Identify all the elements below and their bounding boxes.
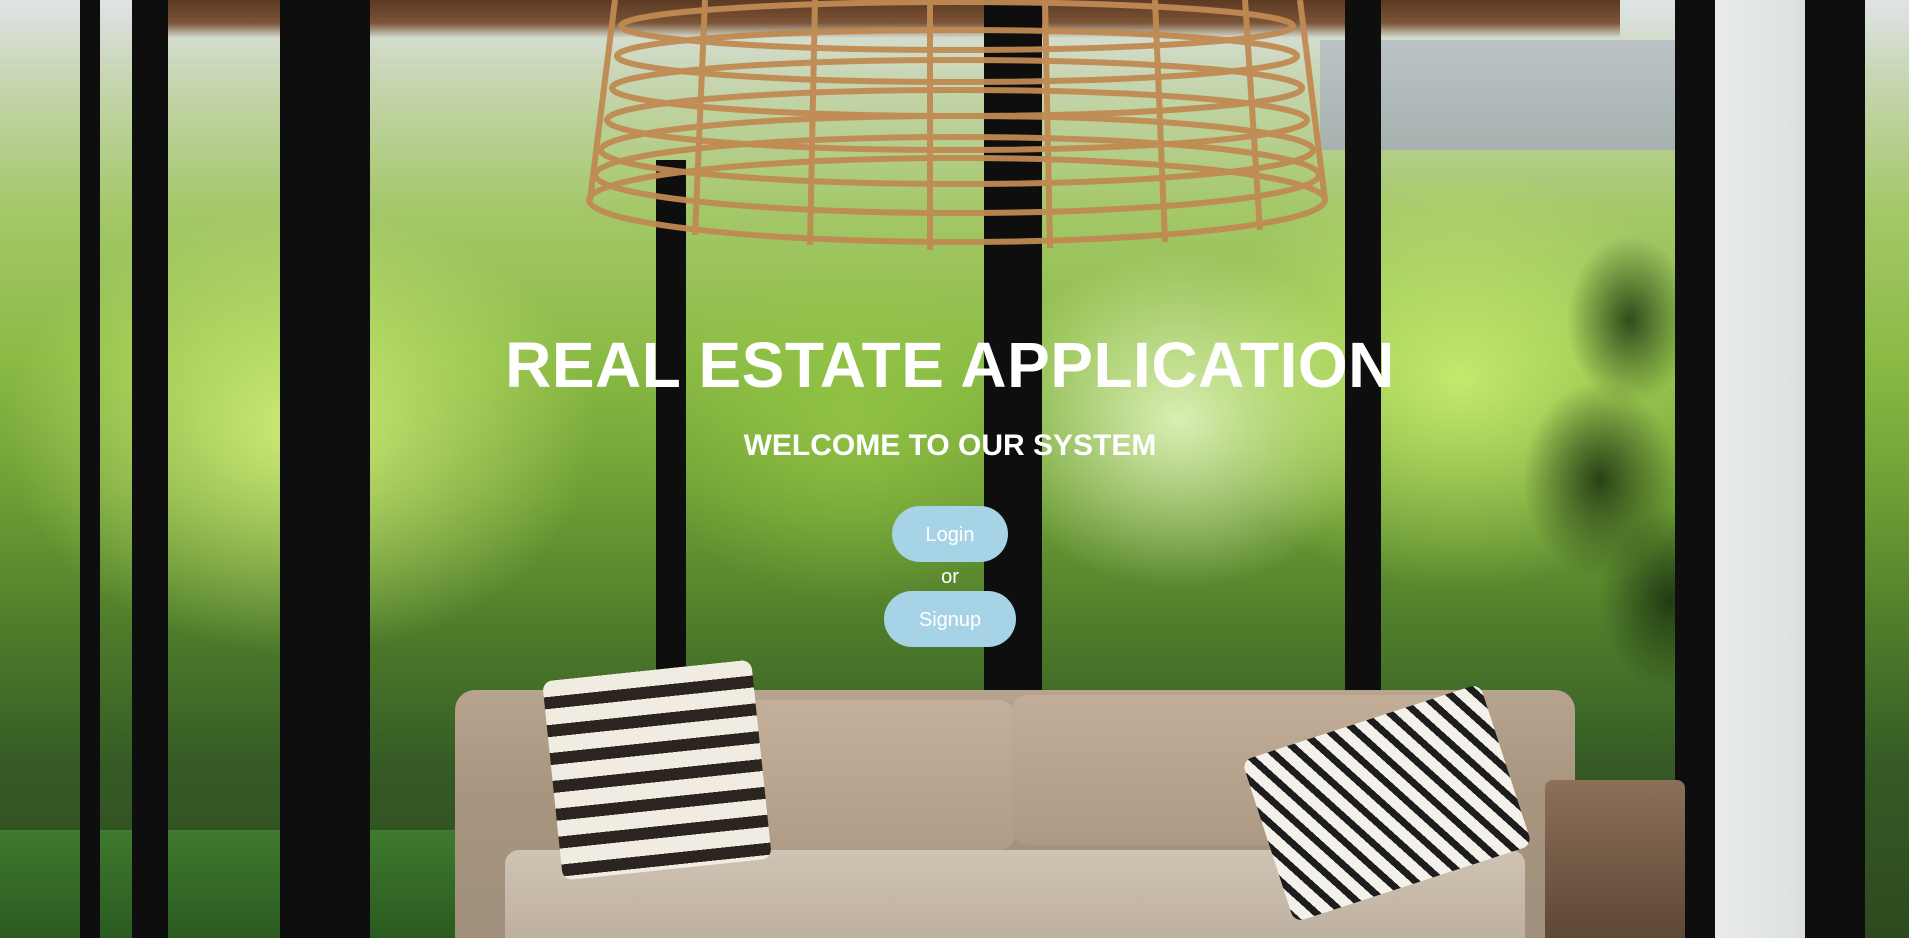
page-title: REAL ESTATE APPLICATION (505, 329, 1395, 401)
or-separator: or (941, 566, 959, 588)
signup-button[interactable]: Signup (884, 591, 1016, 647)
page-subtitle: WELCOME TO OUR SYSTEM (743, 429, 1157, 462)
login-button[interactable]: Login (892, 506, 1008, 562)
hero-content: REAL ESTATE APPLICATION WELCOME TO OUR S… (0, 0, 1909, 938)
